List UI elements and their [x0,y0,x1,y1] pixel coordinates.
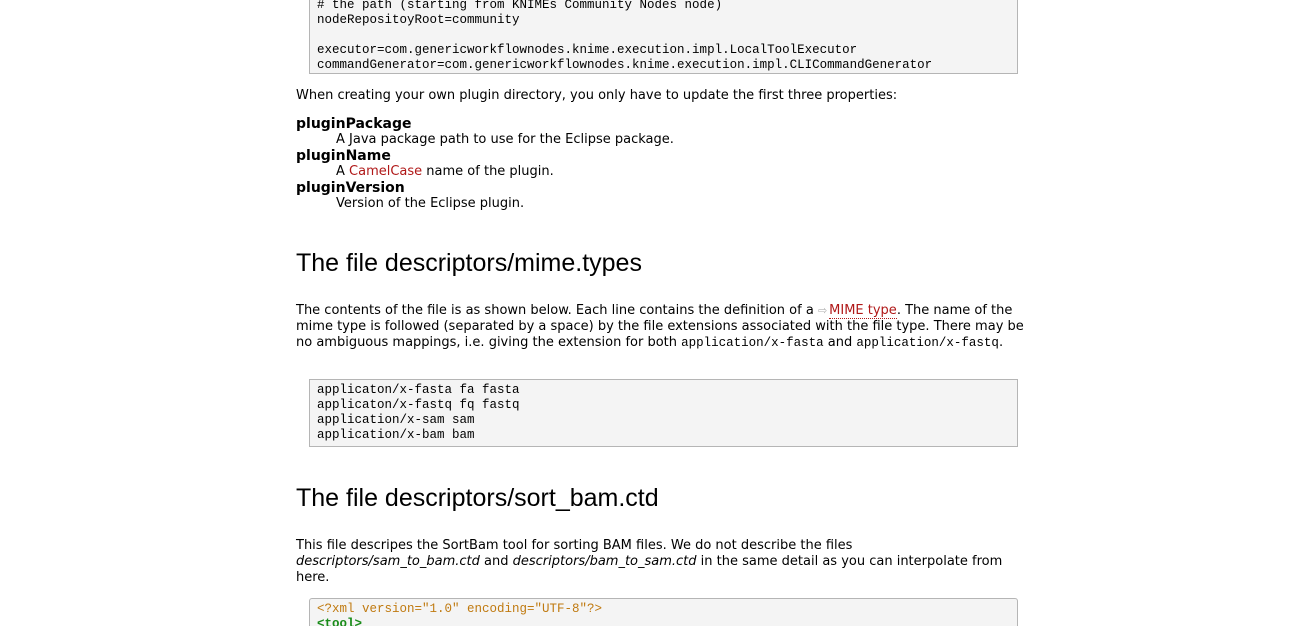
mime-type-link[interactable]: MIME type [829,303,897,319]
sort-bam-description: This file descripes the SortBam tool for… [296,538,1036,586]
file-name-bam-to-sam: descriptors/bam_to_sam.ctd [512,554,697,569]
file-name-sam-to-bam: descriptors/sam_to_bam.ctd [296,554,480,569]
inline-code-fastq: application/x-fastq [856,336,999,350]
sort-bam-xml-code: <?xml version="1.0" encoding="UTF-8"?> <… [317,602,1017,626]
mime-types-heading: The file descriptors/mime.types [296,249,642,277]
xml-declaration: <?xml version="1.0" encoding="UTF-8"?> [317,602,603,616]
plugin-properties-code-block: # the path (starting from KNIMEs Communi… [309,0,1018,74]
xml-tool-tag: <tool> [317,617,363,626]
property-term-plugin-version: pluginVersion [296,180,405,196]
text-span: The contents of the file is as shown bel… [296,303,818,318]
properties-definition-list: pluginPackage A Java package path to use… [296,116,1036,212]
text-span: and [823,335,857,350]
sort-bam-heading: The file descriptors/sort_bam.ctd [296,484,659,512]
plugin-properties-code: # the path (starting from KNIMEs Communi… [317,0,933,72]
external-link-icon: ⇨ [817,304,828,317]
text-span: . [998,335,1004,350]
property-desc-plugin-package: A Java package path to use for the Eclip… [336,132,674,147]
camelcase-link[interactable]: CamelCase [349,164,422,179]
property-term-plugin-package: pluginPackage [296,116,412,132]
mime-types-description: The contents of the file is as shown bel… [296,303,1036,351]
sort-bam-xml-code-block: <?xml version="1.0" encoding="UTF-8"?> <… [309,598,1018,626]
desc-text: A [336,164,350,179]
document-page: # the path (starting from KNIMEs Communi… [0,0,1310,626]
inline-code-fasta: application/x-fasta [681,336,824,350]
property-desc-plugin-name: A CamelCase name of the plugin. [336,164,1036,180]
desc-text: name of the plugin. [422,164,554,179]
text-span: and [479,554,513,569]
mime-types-code: applicaton/x-fasta fa fasta applicaton/x… [317,383,520,442]
property-desc-plugin-version: Version of the Eclipse plugin. [336,196,525,211]
text-span: This file descripes the SortBam tool for… [296,538,853,553]
mime-types-code-block: applicaton/x-fasta fa fasta applicaton/x… [309,379,1018,447]
properties-intro-text: When creating your own plugin directory,… [296,88,898,103]
property-term-plugin-name: pluginName [296,148,391,164]
